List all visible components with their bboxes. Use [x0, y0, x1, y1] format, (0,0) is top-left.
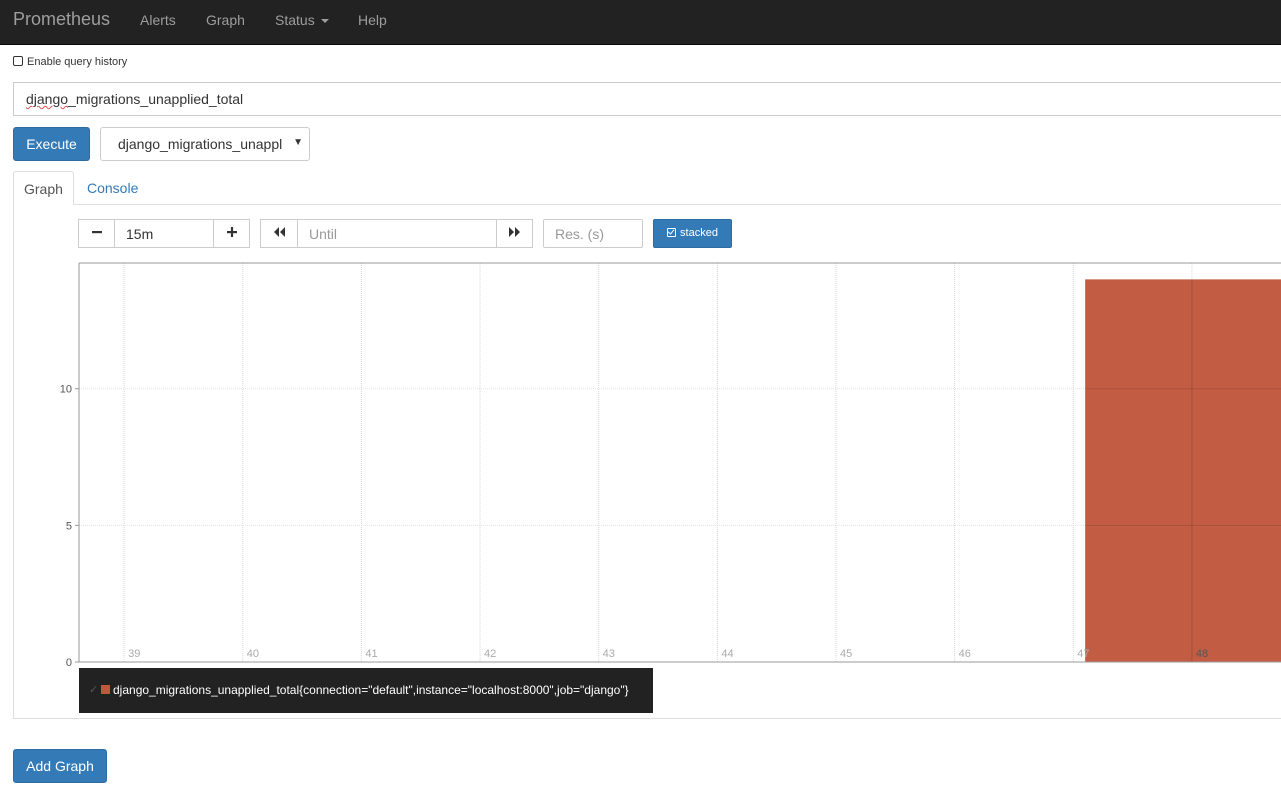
- y-tick-label: 10: [60, 384, 72, 396]
- x-tick-label: 47: [1077, 648, 1089, 660]
- y-tick-label: 5: [66, 520, 72, 532]
- add-graph-button[interactable]: Add Graph: [13, 749, 107, 783]
- series-area: [1085, 279, 1281, 662]
- x-tick-label: 46: [959, 648, 971, 660]
- legend-swatch: [101, 685, 110, 694]
- x-tick-label: 41: [365, 648, 377, 660]
- legend-series-name[interactable]: django_migrations_unapplied_total{connec…: [113, 683, 629, 697]
- x-tick-label: 42: [484, 648, 496, 660]
- x-tick-label: 43: [603, 648, 615, 660]
- chart-legend: ✓ django_migrations_unapplied_total{conn…: [79, 668, 653, 713]
- legend-check-icon[interactable]: ✓: [89, 683, 98, 696]
- x-tick-label: 39: [128, 648, 140, 660]
- x-tick-label: 44: [721, 648, 733, 660]
- x-tick-label: 40: [247, 648, 259, 660]
- x-tick-label: 45: [840, 648, 852, 660]
- y-tick-label: 0: [66, 657, 72, 669]
- x-tick-label: 48: [1196, 648, 1208, 660]
